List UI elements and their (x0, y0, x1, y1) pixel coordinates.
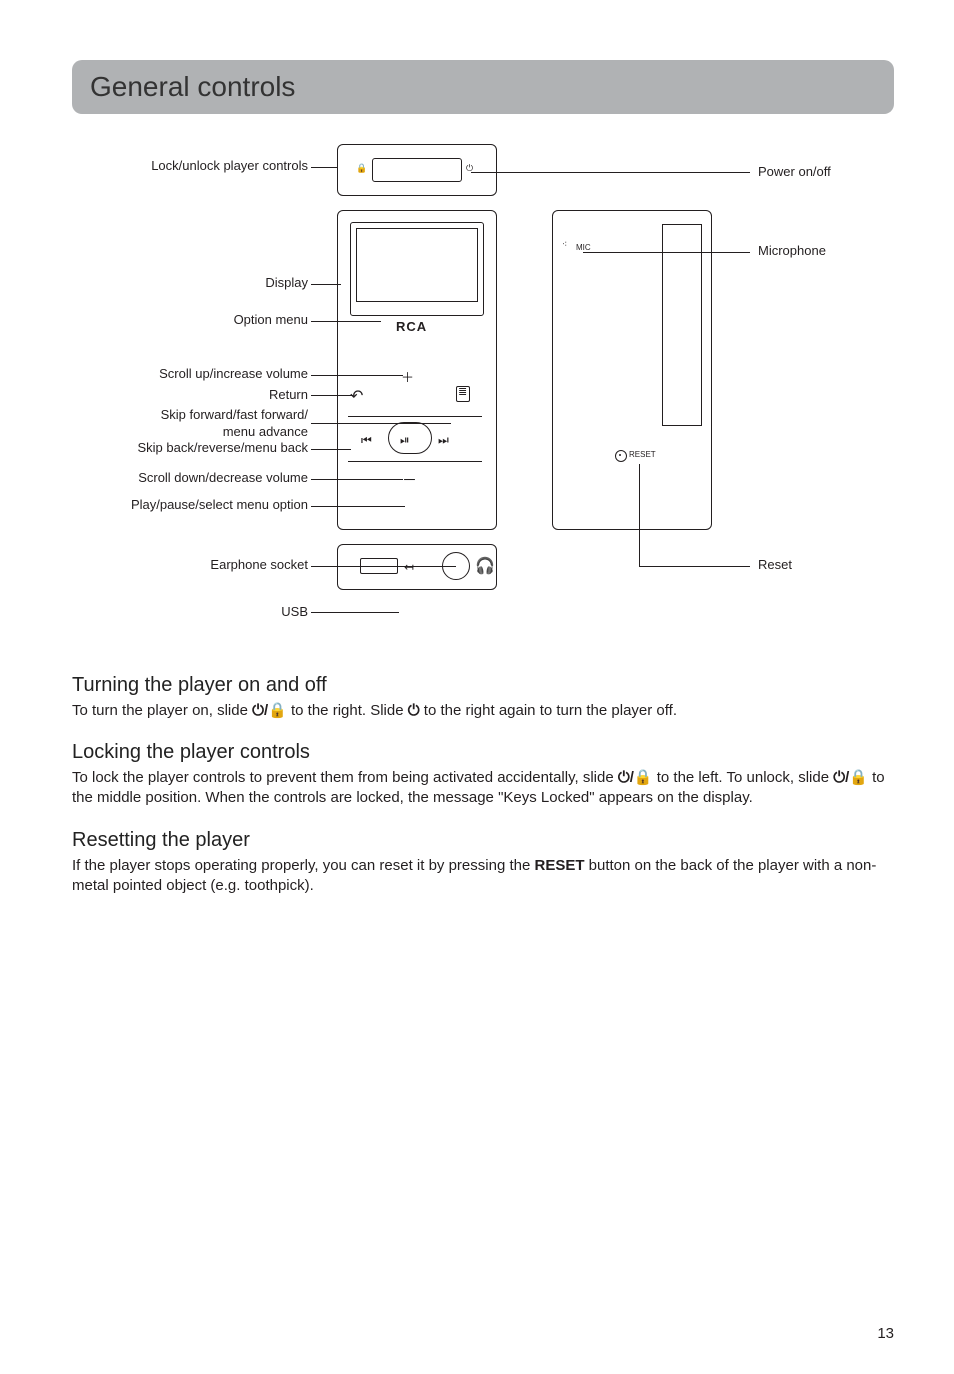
headphone-jack-ring (442, 552, 470, 580)
leader-line (639, 566, 750, 567)
text: To turn the player on, slide (72, 702, 252, 719)
section-body: To lock the player controls to prevent t… (72, 768, 894, 809)
label-skip-forward: Skip forward/fast forward/ menu advance (128, 407, 308, 441)
label-play-pause: Play/pause/select menu option (131, 497, 308, 514)
mic-holes-icon: ⁖ (562, 242, 567, 247)
section-banner: General controls (72, 60, 894, 114)
text: to the right. Slide (287, 702, 408, 719)
label-scroll-up: Scroll up/increase volume (159, 366, 308, 383)
section-resetting: Resetting the player If the player stops… (72, 827, 894, 897)
page-number: 13 (877, 1324, 894, 1344)
lock-icon: 🔒 (356, 162, 367, 174)
top-slider-slot (372, 158, 462, 182)
return-icon: ↶ (350, 386, 363, 408)
label-scroll-down: Scroll down/decrease volume (138, 470, 308, 487)
text: To lock the player controls to prevent t… (72, 769, 618, 786)
label-skip-back: Skip back/reverse/menu back (137, 440, 308, 457)
reset-hole-icon (615, 450, 627, 462)
section-body: If the player stops operating properly, … (72, 856, 894, 897)
label-usb: USB (281, 604, 308, 621)
label-return: Return (269, 387, 308, 404)
power-lock-icon: ⏻/🔒 (833, 769, 868, 786)
menu-icon (456, 386, 470, 402)
section-turning-on-off: Turning the player on and off To turn th… (72, 672, 894, 721)
power-lock-icon: ⏻/🔒 (252, 702, 287, 719)
headphone-icon: 🎧 (475, 556, 495, 578)
usb-port-icon (360, 558, 398, 574)
reset-keyword: RESET (534, 857, 584, 874)
skip-forward-icon: ⏭ (438, 432, 447, 448)
label-microphone: Microphone (758, 243, 826, 260)
leader-line (311, 167, 337, 168)
controls-diagram: Lock/unlock player controls Display Opti… (72, 144, 894, 654)
label-lock-unlock: Lock/unlock player controls (151, 158, 308, 175)
skip-back-icon: ⏮ (361, 432, 370, 448)
text: to the right again to turn the player of… (420, 702, 677, 719)
play-button-outline (388, 422, 432, 454)
label-earphone: Earphone socket (210, 557, 308, 574)
reset-silkscreen: RESET (629, 450, 656, 461)
arrow-in-icon: ↤ (404, 559, 414, 575)
screen-inner (356, 228, 478, 302)
section-heading: Resetting the player (72, 827, 894, 854)
section-body: To turn the player on, slide ⏻/🔒 to the … (72, 701, 894, 721)
label-power: Power on/off (758, 164, 831, 181)
play-pause-icon: ⏯ (400, 432, 410, 448)
plus-icon: ＋ (401, 369, 414, 387)
section-heading: Locking the player controls (72, 739, 894, 766)
power-lock-icon: ⏻/🔒 (618, 769, 653, 786)
label-option-menu: Option menu (234, 312, 308, 329)
section-heading: Turning the player on and off (72, 672, 894, 699)
mic-silkscreen: MIC (576, 243, 591, 254)
leader-line (311, 612, 399, 613)
label-display: Display (265, 275, 308, 292)
label-reset: Reset (758, 557, 792, 574)
manual-page: General controls Lock/unlock player cont… (0, 0, 954, 1374)
text: to the left. To unlock, slide (653, 769, 834, 786)
minus-icon: － (402, 471, 417, 491)
brand-logo: RCA (396, 318, 427, 336)
page-title: General controls (90, 68, 876, 106)
belt-clip-outline (662, 224, 702, 426)
power-icon: ⏻ (408, 702, 420, 719)
power-icon: ⏻ (466, 162, 473, 174)
text: If the player stops operating properly, … (72, 857, 534, 874)
leader-line (471, 172, 750, 173)
section-locking-controls: Locking the player controls To lock the … (72, 739, 894, 809)
reset-pin-icon (619, 454, 621, 456)
